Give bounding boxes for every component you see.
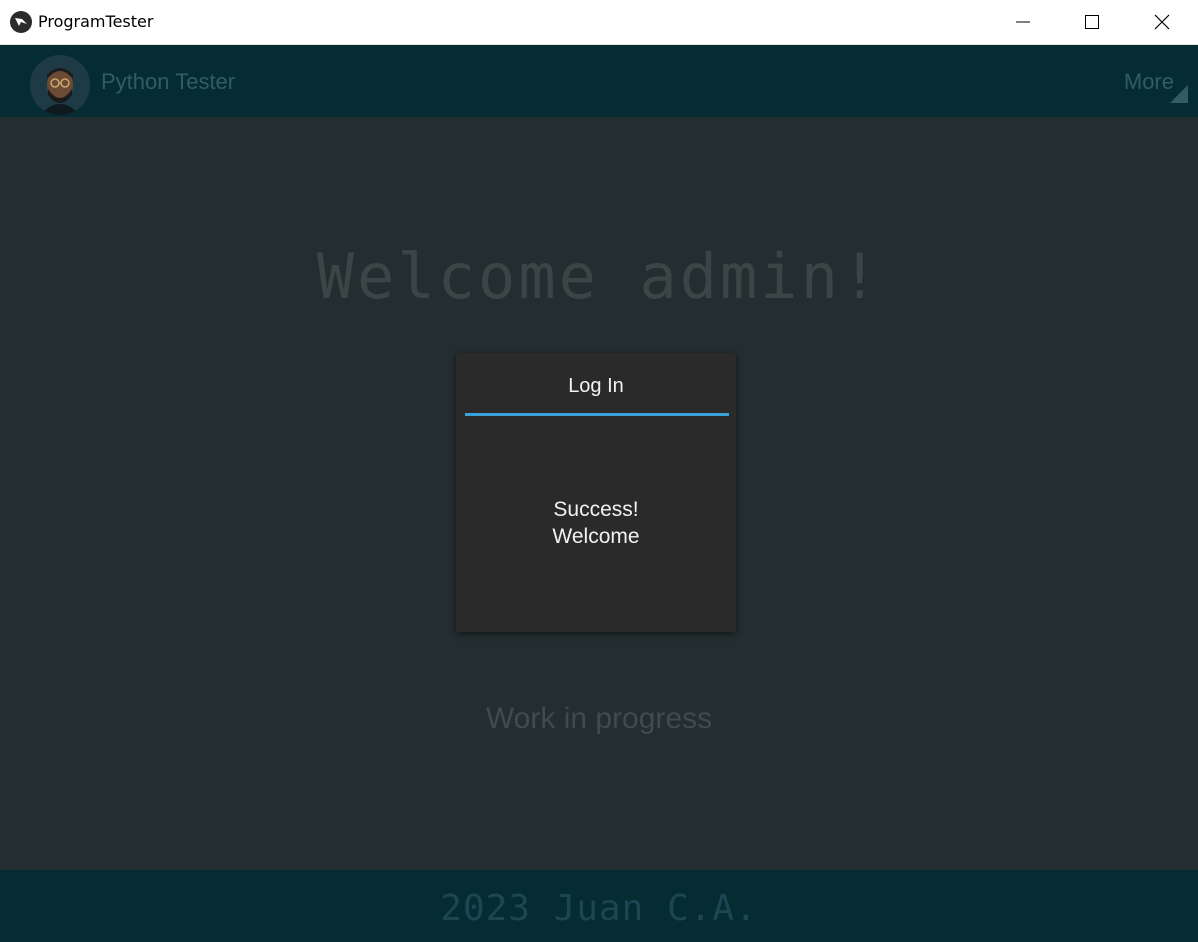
avatar[interactable] [30, 55, 90, 115]
welcome-heading: Welcome admin! [316, 240, 882, 313]
minimize-icon [1016, 21, 1030, 23]
more-dropdown-indicator-icon [1170, 85, 1188, 103]
minimize-button[interactable] [988, 0, 1058, 44]
more-button[interactable]: More [1124, 69, 1174, 95]
close-icon [1154, 14, 1170, 30]
login-popup[interactable]: Log In Success! Welcome [456, 353, 736, 632]
app-header: Python Tester More [0, 45, 1198, 117]
window-title: ProgramTester [38, 12, 154, 31]
maximize-button[interactable] [1057, 0, 1127, 44]
window-titlebar: ProgramTester [0, 0, 1198, 45]
user-avatar-icon [30, 55, 90, 115]
maximize-icon [1085, 15, 1099, 29]
popup-message-line-2: Welcome [552, 525, 640, 548]
popup-title: Log In [568, 375, 624, 397]
close-button[interactable] [1127, 0, 1197, 44]
status-text: Work in progress [485, 702, 713, 735]
kivy-logo-icon [10, 11, 32, 33]
footer-text: 2023 Juan C.A. [440, 888, 758, 929]
footer: 2023 Juan C.A. [0, 870, 1198, 942]
popup-separator [465, 413, 729, 416]
popup-message-line-1: Success! [553, 498, 639, 521]
app-name: Python Tester [101, 69, 236, 94]
popup-message: Success! Welcome [456, 496, 736, 550]
